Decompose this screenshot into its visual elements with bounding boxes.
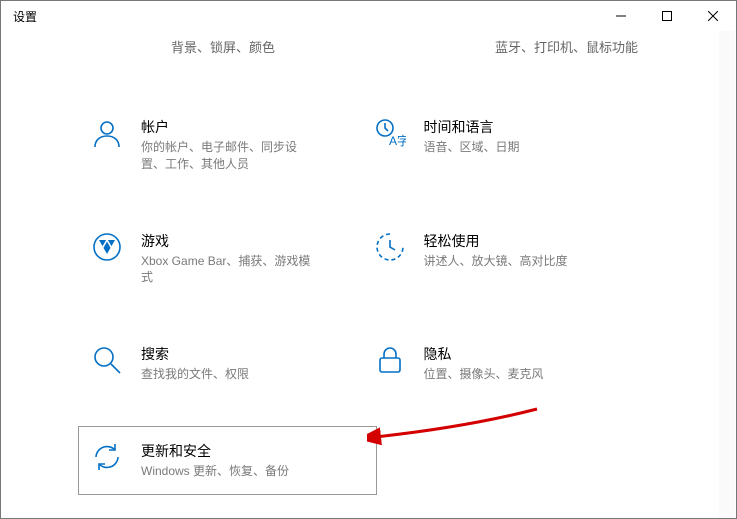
tile-accounts[interactable]: 帐户 你的帐户、电子邮件、同步设置、工作、其他人员 [91,117,364,173]
time-language-icon: A字 [374,117,406,149]
truncated-row: 背景、锁屏、颜色 蓝牙、打印机、鼠标功能 [1,37,736,57]
minimize-icon [616,11,626,21]
tile-gaming[interactable]: 游戏 Xbox Game Bar、捕获、游戏模式 [91,231,364,287]
settings-window: 设置 背景、锁屏、颜色 蓝牙、打印机、鼠标功能 帐户 [0,0,737,519]
settings-grid: 帐户 你的帐户、电子邮件、同步设置、工作、其他人员 A字 时间和语言 语音、区域… [1,57,736,480]
close-icon [708,11,718,21]
tile-title: 游戏 [141,231,311,251]
tile-privacy[interactable]: 隐私 位置、摄像头、麦克风 [374,344,647,383]
scrollbar[interactable] [719,31,735,517]
tile-title: 更新和安全 [141,441,289,461]
privacy-icon [374,344,406,376]
tile-desc: 讲述人、放大镜、高对比度 [424,253,568,270]
tile-desc: Xbox Game Bar、捕获、游戏模式 [141,253,311,287]
ease-of-access-icon [374,231,406,263]
maximize-icon [662,11,672,21]
tile-desc: 语音、区域、日期 [424,139,520,156]
maximize-button[interactable] [644,1,690,31]
tile-title: 隐私 [424,344,544,364]
tile-title: 帐户 [141,117,311,137]
search-icon [91,344,123,376]
tile-ease-of-access[interactable]: 轻松使用 讲述人、放大镜、高对比度 [374,231,647,287]
update-security-icon [91,441,123,473]
tile-desc: 查找我的文件、权限 [141,366,249,383]
trunc-left: 背景、锁屏、颜色 [171,37,275,57]
tile-update-security[interactable]: 更新和安全 Windows 更新、恢复、备份 [78,426,377,495]
tile-time-language[interactable]: A字 时间和语言 语音、区域、日期 [374,117,647,173]
settings-body: 背景、锁屏、颜色 蓝牙、打印机、鼠标功能 帐户 你的帐户、电子邮件、同步设置、工… [1,31,736,518]
tile-desc: 你的帐户、电子邮件、同步设置、工作、其他人员 [141,139,311,173]
tile-title: 时间和语言 [424,117,520,137]
window-title: 设置 [13,8,37,25]
gaming-icon [91,231,123,263]
tile-desc: 位置、摄像头、麦克风 [424,366,544,383]
tile-title: 搜索 [141,344,249,364]
window-controls [598,1,736,31]
minimize-button[interactable] [598,1,644,31]
tile-search[interactable]: 搜索 查找我的文件、权限 [91,344,364,383]
accounts-icon [91,117,123,149]
trunc-right: 蓝牙、打印机、鼠标功能 [495,37,638,57]
svg-text:A字: A字 [389,133,406,148]
close-button[interactable] [690,1,736,31]
tile-desc: Windows 更新、恢复、备份 [141,463,289,480]
titlebar: 设置 [1,1,736,31]
tile-title: 轻松使用 [424,231,568,251]
